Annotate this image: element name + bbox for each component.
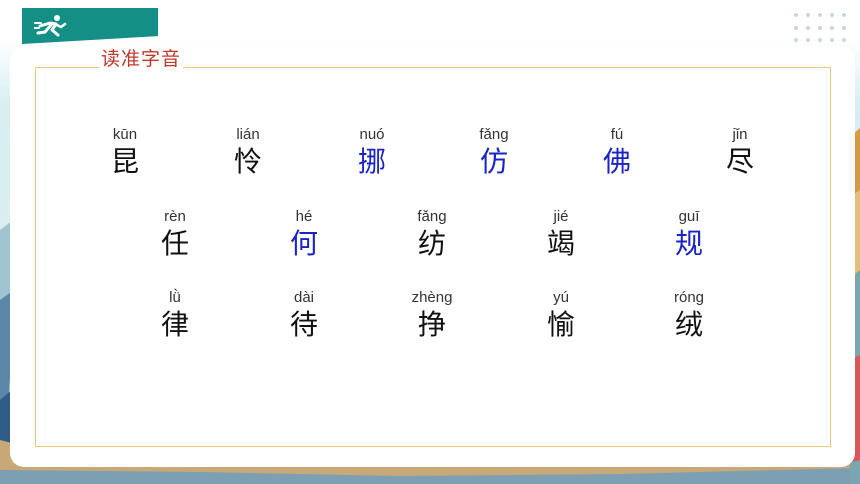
character-entry: lǜ 律 (135, 289, 215, 343)
character-entry: róng 绒 (649, 289, 729, 343)
running-figure-icon (34, 15, 67, 37)
section-title: 读准字音 (99, 44, 184, 71)
pinyin-label: dài (293, 289, 315, 306)
pinyin-label: zhèng (411, 289, 453, 306)
pinyin-label: hé (295, 208, 313, 225)
character: 怜 (233, 145, 262, 178)
character-entry: guī 规 (649, 208, 729, 262)
pinyin-label: yú (553, 289, 569, 306)
character: 纺 (417, 227, 446, 260)
highlighted-character: 规 (674, 227, 703, 260)
character-entry: kūn 昆 (85, 126, 165, 180)
character: 愉 (546, 308, 575, 341)
character-entry: jǐn 尽 (700, 126, 780, 180)
highlighted-character: 何 (289, 227, 318, 260)
character-entry: jié 竭 (521, 208, 601, 262)
character-entry: fǎng 纺 (392, 208, 472, 262)
pinyin-label: lǜ (169, 289, 181, 306)
character-entry: rèn 任 (135, 208, 215, 262)
pinyin-label: guī (678, 208, 700, 225)
character-entry: lián 怜 (208, 126, 288, 180)
character: 绒 (674, 308, 703, 341)
pinyin-label: nuó (359, 126, 385, 143)
character-entry: nuó 挪 (332, 126, 412, 180)
character: 任 (160, 227, 189, 260)
pinyin-label: jǐn (732, 126, 748, 143)
character: 尽 (725, 145, 754, 178)
character-entry: hé 何 (264, 208, 344, 262)
character-entry: dài 待 (264, 289, 344, 343)
pinyin-label: fǎng (479, 126, 509, 143)
character-entry: yú 愉 (521, 289, 601, 343)
character-entry: zhèng 挣 (392, 289, 472, 343)
character: 挣 (417, 308, 446, 341)
decorative-dot-grid (794, 13, 846, 43)
character-entry: fǎng 仿 (454, 126, 534, 180)
highlighted-character: 仿 (479, 145, 508, 178)
character: 待 (289, 308, 318, 341)
highlighted-character: 佛 (602, 145, 631, 178)
character: 律 (160, 308, 189, 341)
character-entry: fú 佛 (577, 126, 657, 180)
pinyin-label: jié (553, 208, 569, 225)
highlighted-character: 挪 (357, 145, 386, 178)
character: 竭 (546, 227, 575, 260)
pinyin-label: róng (673, 289, 705, 306)
pinyin-label: lián (236, 126, 260, 143)
pinyin-label: rèn (164, 208, 186, 225)
pinyin-label: fú (610, 126, 624, 143)
pinyin-label: fǎng (417, 208, 447, 225)
pinyin-label: kūn (112, 126, 138, 143)
character: 昆 (110, 145, 139, 178)
